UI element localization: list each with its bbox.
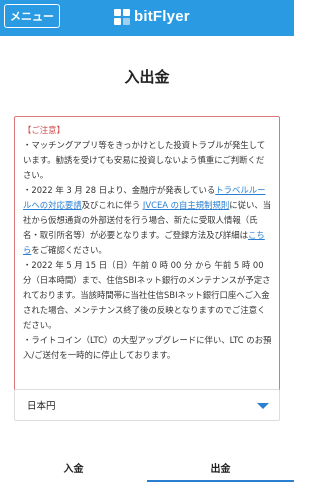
- bitflyer-logo-icon: [114, 8, 130, 25]
- jvcea-rule-link[interactable]: JVCEA の自主規制規則: [143, 200, 229, 210]
- notice-item-scam: ・マッチングアプリ等をきっかけとした投資トラブルが発生しています。勧誘を受けても…: [23, 140, 266, 180]
- currency-select-value: 日本円: [27, 401, 56, 412]
- notice-text: をご確認ください。: [31, 245, 107, 255]
- notice-item-travel-rule: ・2022 年 3 月 28 日より、金融庁が発表しているトラベルルールへの対応…: [23, 183, 272, 258]
- notice-heading: 【ご注意】: [23, 125, 65, 135]
- notice-box: 【ご注意】 ・マッチングアプリ等をきっかけとした投資トラブルが発生しています。勧…: [14, 116, 280, 391]
- tab-deposit[interactable]: 入金: [0, 452, 147, 482]
- bitflyer-logo[interactable]: bitFlyer: [114, 8, 190, 25]
- notice-text: 及びこれに伴う: [81, 200, 143, 210]
- notice-item-maintenance: ・2022 年 5 月 15 日（日）午前 0 時 00 分 から 午前 5 時…: [23, 260, 271, 330]
- deposit-withdraw-tabs: 入金 出金: [0, 452, 294, 482]
- chevron-down-icon: [257, 403, 269, 409]
- tab-withdraw[interactable]: 出金: [147, 452, 294, 482]
- currency-select[interactable]: 日本円: [14, 389, 280, 421]
- page-title: 入出金: [124, 68, 170, 86]
- app-header: メニュー bitFlyer: [0, 0, 294, 36]
- logo-text: bitFlyer: [134, 8, 190, 25]
- notice-text: ・2022 年 3 月 28 日より、金融庁が発表している: [23, 185, 216, 195]
- menu-button[interactable]: メニュー: [4, 4, 60, 28]
- notice-item-ltc: ・ライトコイン（LTC）の大型アップグレードに伴い、LTC のお預入/ご送付を一…: [23, 335, 272, 360]
